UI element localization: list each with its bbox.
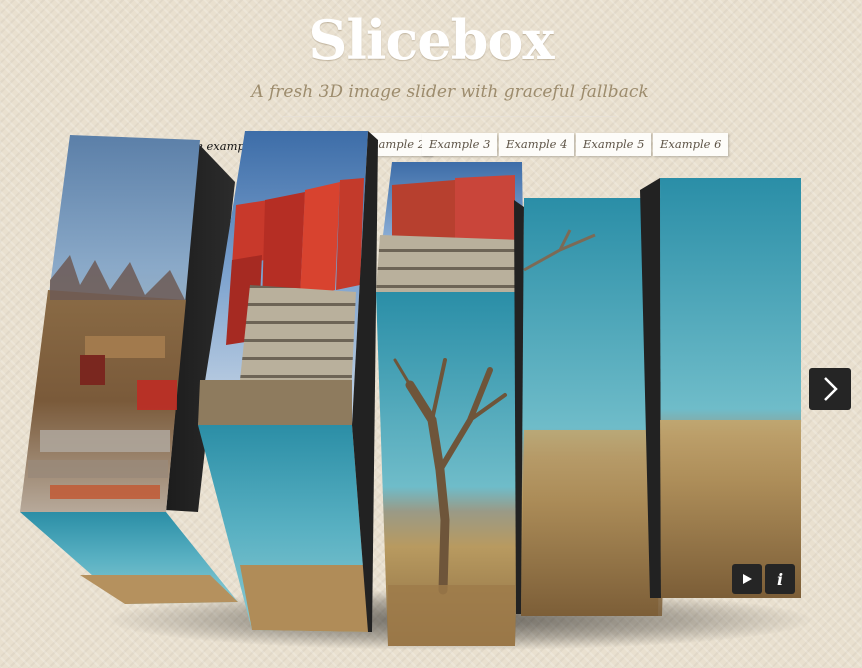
- next-slide-button[interactable]: [809, 368, 851, 410]
- play-icon: [743, 574, 752, 584]
- chevron-right-icon: [824, 377, 838, 401]
- slicebox-slider: i: [0, 0, 862, 668]
- info-button[interactable]: i: [765, 564, 795, 594]
- info-icon: i: [776, 569, 784, 589]
- play-button[interactable]: [732, 564, 762, 594]
